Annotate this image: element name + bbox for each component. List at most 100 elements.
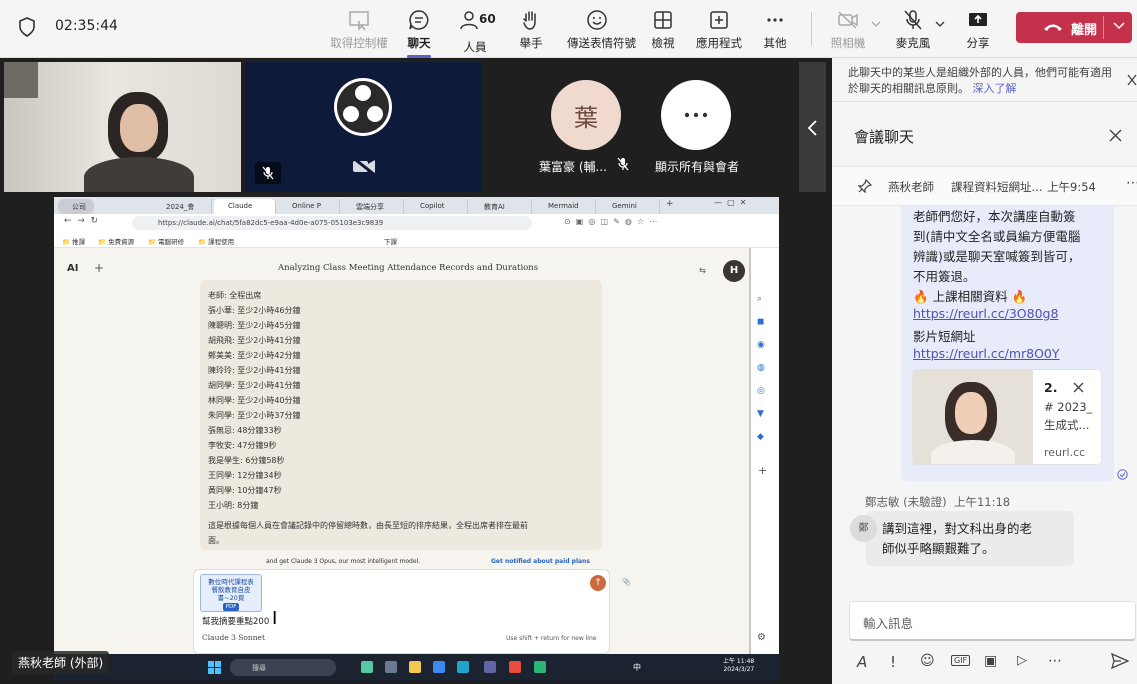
taskbar-app-icon[interactable] [484,661,496,673]
edge-sidebar-icons[interactable]: ⌕ ◼ ◉ ◍ ◎ ▼ ◆ [757,288,765,449]
reactions-button[interactable]: 傳送表情符號 [567,8,636,50]
emoji-icon[interactable]: ☺ [920,653,935,669]
gif-icon[interactable]: GIF [951,655,971,666]
settings-gear-icon[interactable]: ⚙ [757,632,766,643]
browser-tab[interactable]: Gemini [598,199,660,214]
participant-mic-muted-icon [617,157,629,171]
taskbar-app-icon[interactable] [534,661,546,673]
nav-buttons[interactable]: ← → ↻ [64,216,98,226]
person-face [120,104,158,152]
fire-icon: 🔥 [1011,289,1028,304]
prompt-text[interactable]: 幫我摘要重點200 [202,615,269,627]
browser-tab[interactable]: 2024_會 [152,199,212,214]
new-chat-icon[interactable]: + [94,261,104,275]
taskbar-app-icon[interactable] [385,661,397,673]
input-language[interactable]: 中 [633,662,641,673]
send-icon[interactable] [1111,653,1129,669]
browser-tab[interactable]: 教育AI [470,199,532,214]
remove-preview-icon[interactable] [1073,382,1084,393]
user-avatar[interactable]: H [723,260,745,282]
taskbar-clock[interactable]: 上午 11:48 2024/3/27 [723,658,754,674]
window-controls[interactable]: — ▢ ✕ [714,198,746,207]
settings-slider-icon[interactable]: ⇆ [699,266,706,275]
taskbar-app-icon[interactable] [409,661,421,673]
pinned-message[interactable]: 燕秋老師 課程資料短網址... 上午9:54 ⋯ [832,166,1137,206]
new-tab-icon[interactable]: + [666,199,674,209]
participant-name: 葉富豪 (輔... [539,160,607,174]
meeting-chat-panel: 此聊天中的某些人是組織外部的人員，他們可能有適用於聊天的相關訊息原則。 深入了解… [832,58,1137,684]
pinned-more-icon[interactable]: ⋯ [1126,175,1137,191]
bookmark-item[interactable]: 📁 電腦研修 [148,236,184,246]
browser-tab[interactable]: 公司 [58,199,94,214]
sticker-icon[interactable]: ▣ [984,653,997,669]
browser-address-bar: ← → ↻ https://claude.ai/chat/5fa82dc5-e9… [54,214,779,232]
sender-name: 鄭志敏 (未驗證) [865,495,947,509]
response-line: 王小明: 8分鐘 [208,501,259,510]
sender-avatar[interactable]: 鄭 [850,515,877,542]
browser-tab-active[interactable]: Claude [214,199,276,214]
browser-tab[interactable]: 雲端分享 [342,199,404,214]
page-scrollbar[interactable] [749,248,751,654]
chat-button[interactable]: 聊天 [389,8,449,58]
windows-start-icon[interactable] [208,661,221,674]
taskbar-app-icon[interactable] [361,661,373,673]
more-button[interactable]: 其他 [745,8,805,50]
url-field[interactable]: https://claude.ai/chat/5fa82dc5-e9aa-4d0… [132,216,532,230]
browser-tab[interactable]: Copilot [406,199,468,214]
leave-button[interactable]: 離開 [1016,12,1132,43]
close-banner-icon[interactable] [1127,74,1137,86]
link-preview-card[interactable]: 2. # 2023_ 生成式... reurl.cc [912,369,1102,465]
toolbar-divider [811,12,812,46]
video-link[interactable]: https://reurl.cc/mr8O0Y [913,346,1060,361]
important-icon[interactable]: ! [890,653,896,671]
participant-avatar[interactable]: 葉 [551,80,621,150]
my-chat-message[interactable]: 老師們您好，本次講座自動簽 到(請中文全名或員編方便電腦 辨識)或是聊天室喊簽到… [901,206,1114,481]
apps-button[interactable]: 應用程式 [689,8,749,50]
taskbar-search[interactable]: 搜尋 [230,659,336,676]
video-tile-obs[interactable] [245,62,482,192]
share-button[interactable]: 分享 [948,8,1008,50]
mic-button[interactable]: 麥克風 [883,8,943,50]
bookmark-item[interactable]: 📁 推課 [62,236,85,246]
learn-more-link[interactable]: 深入了解 [973,82,1017,95]
mic-options-chevron-icon[interactable] [935,20,945,28]
video-off-icon [351,156,376,176]
browser-extension-icons[interactable]: ⊙ ▣ ◎ ◫ ✎ ◍ ☆ ⋯ [564,217,657,226]
taskbar-app-icon[interactable] [457,661,469,673]
bookmark-item[interactable]: 📁 課程使用 [198,236,234,246]
prompt-composer[interactable]: 數位時代課程表 餐飲教育自皮 書~20頁 PDF 📎 ↑ 幫我摘要重點200 I… [193,569,631,654]
video-tile-presenter[interactable] [4,62,241,192]
model-selector[interactable]: Claude 3 Sonnet [202,633,265,642]
camera-button[interactable]: 照相機 [818,8,878,50]
show-all-participants-button[interactable] [661,80,731,150]
more-options-icon[interactable]: ⋯ [1048,653,1062,669]
conversation-title[interactable]: Analyzing Class Meeting Attendance Recor… [278,263,538,273]
collapse-panel-button[interactable] [799,62,826,192]
raise-hand-button[interactable]: 舉手 [501,8,561,50]
taskbar-app-icon[interactable] [509,661,521,673]
materials-link[interactable]: https://reurl.cc/3O80g8 [913,306,1058,321]
bookmark-item[interactable]: 下課 [384,236,397,246]
send-arrow-icon[interactable]: ↑ [590,575,606,591]
take-control-button[interactable]: 取得控制權 [329,8,389,50]
camera-options-chevron-icon[interactable] [871,20,881,28]
read-receipt-icon [1117,469,1128,480]
browser-tab-strip: 公司 2024_會 Claude Online P 雲端分享 Copilot 教… [54,197,779,214]
leave-options-chevron-icon[interactable] [1113,22,1125,30]
browser-tab[interactable]: Mermaid [534,199,596,214]
attachment-card[interactable]: 數位時代課程表 餐飲教育自皮 書~20頁 PDF [200,574,262,612]
people-button[interactable]: 60 人員 [445,8,505,54]
add-sidebar-icon[interactable]: + [758,464,767,477]
incoming-chat-message[interactable]: 講到這裡，對文科出身的老 師似乎略顯艱難了。 [866,511,1074,566]
browser-tab[interactable]: Online P [278,199,340,214]
bookmark-item[interactable]: 📁 免費資源 [98,236,134,246]
loop-icon[interactable]: ▷ [1017,653,1027,668]
message-input[interactable]: 輸入訊息 [849,601,1136,641]
attach-icon[interactable]: 📎 [622,578,631,586]
taskbar-app-icon[interactable] [433,661,445,673]
close-chat-icon[interactable] [1109,129,1122,142]
claude-logo-icon[interactable]: AI [67,263,78,274]
format-icon[interactable]: A [857,653,867,671]
view-button[interactable]: 檢視 [633,8,693,50]
promo-link[interactable]: Get notified about paid plans [491,558,590,565]
